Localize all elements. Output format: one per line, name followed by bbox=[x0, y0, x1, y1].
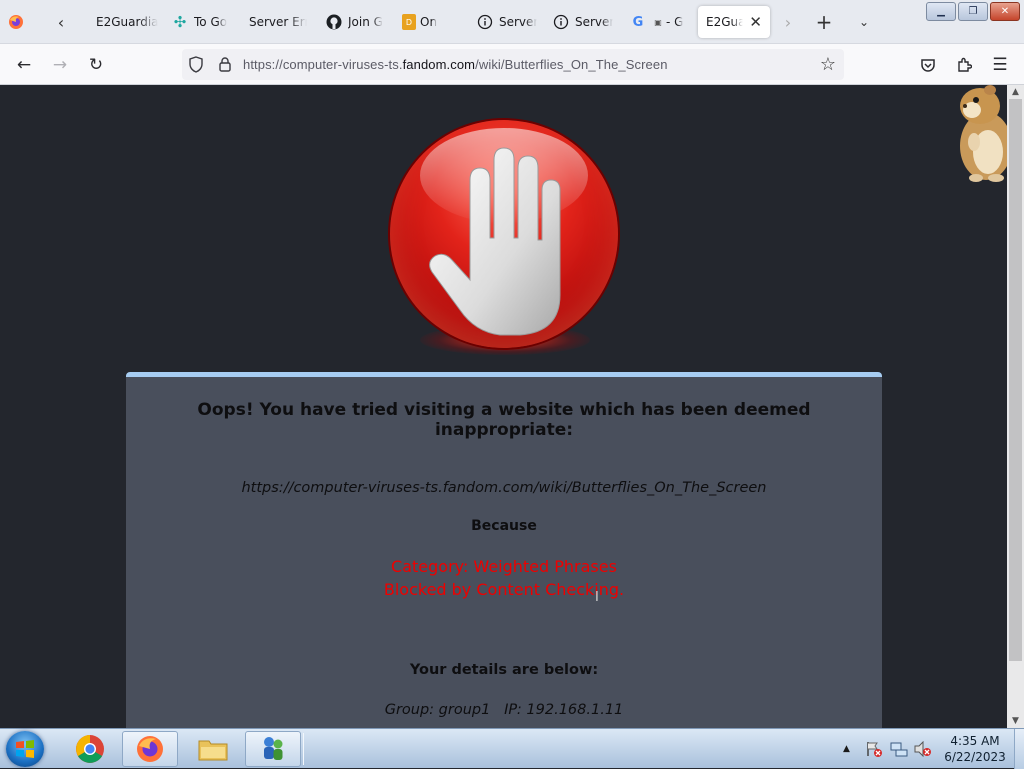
page-content: Oops! You have tried visiting a website … bbox=[0, 85, 1007, 728]
block-category: Category: Weighted Phrases bbox=[391, 557, 617, 576]
navigation-toolbar: ← → ↻ https://computer-viruses-ts.fandom… bbox=[0, 44, 1024, 85]
tab-label: Server bbox=[575, 15, 613, 29]
flag-warning-icon bbox=[867, 742, 882, 757]
github-icon bbox=[326, 14, 342, 30]
url-path: /wiki/Butterflies_On_The_Screen bbox=[475, 57, 668, 72]
vertical-scrollbar[interactable]: ▲ ▼ bbox=[1007, 85, 1024, 728]
block-heading: Oops! You have tried visiting a website … bbox=[197, 400, 811, 440]
tab-server-error[interactable]: Server Erro bbox=[249, 6, 307, 38]
tab-server-1[interactable]: Server bbox=[477, 6, 537, 38]
folder-icon bbox=[198, 740, 228, 761]
clock-time: 4:35 AM bbox=[950, 734, 1000, 748]
url-prefix: https://computer-viruses-ts. bbox=[243, 57, 403, 72]
blocked-url: https://computer-viruses-ts.fandom.com/w… bbox=[241, 480, 767, 496]
tab-label: E2Guardia bbox=[96, 15, 158, 29]
tracking-protection-shield-icon[interactable] bbox=[188, 56, 204, 77]
info-icon bbox=[477, 14, 493, 30]
tab-label: On bbox=[420, 15, 438, 29]
because-label: Because bbox=[471, 518, 537, 534]
bookmark-star-icon[interactable]: ☆ bbox=[820, 54, 836, 75]
info-icon bbox=[553, 14, 569, 30]
users-network-icon bbox=[264, 737, 283, 760]
extensions-button[interactable] bbox=[949, 50, 979, 80]
details-label: Your details are below: bbox=[409, 662, 599, 678]
maximize-button[interactable]: ❐ bbox=[958, 2, 988, 21]
back-button[interactable]: ← bbox=[9, 50, 39, 80]
puzzle-icon: ✣ bbox=[173, 13, 187, 31]
chrome-icon bbox=[76, 735, 104, 763]
window-close-button[interactable]: ✕ bbox=[990, 2, 1020, 21]
tab-label: Join G bbox=[348, 15, 383, 29]
forward-button[interactable]: → bbox=[45, 50, 75, 80]
scrollbar-thumb[interactable] bbox=[1009, 99, 1022, 661]
tab-firefox-view[interactable] bbox=[8, 6, 32, 38]
show-hidden-icons-button[interactable]: ▲ bbox=[843, 729, 850, 769]
taskbar-divider bbox=[300, 733, 304, 765]
dni-icon: ▣ bbox=[654, 17, 662, 27]
tab-label: - G bbox=[666, 15, 684, 29]
speaker-muted-icon bbox=[914, 741, 931, 757]
reload-icon: ↻ bbox=[88, 55, 104, 75]
padlock-icon[interactable] bbox=[218, 56, 232, 76]
scroll-down-arrow-icon[interactable]: ▼ bbox=[1007, 714, 1024, 728]
address-bar[interactable]: https://computer-viruses-ts.fandom.com/w… bbox=[182, 49, 844, 80]
tab-strip: ‹ E2Guardia ✣ To Go Server Erro Join G D… bbox=[0, 0, 1024, 44]
network-tray-icon[interactable] bbox=[890, 729, 908, 769]
taskbar-chrome-button[interactable] bbox=[62, 731, 118, 767]
scroll-up-arrow-icon[interactable]: ▲ bbox=[1007, 85, 1024, 99]
arrow-right-icon: → bbox=[52, 55, 68, 75]
taskbar-clock[interactable]: 4:35 AM 6/22/2023 bbox=[935, 733, 1015, 765]
taskbar-file-explorer-button[interactable] bbox=[185, 731, 241, 767]
arrow-left-icon: ← bbox=[16, 55, 32, 75]
taskbar-firefox-button[interactable] bbox=[122, 731, 178, 767]
tab-label: Server Erro bbox=[249, 15, 307, 29]
tab-github-join[interactable]: Join G bbox=[326, 6, 384, 38]
pocket-button[interactable] bbox=[913, 50, 943, 80]
tab-to-go[interactable]: ✣ To Go bbox=[172, 6, 234, 38]
show-desktop-button[interactable] bbox=[1014, 729, 1024, 769]
list-all-tabs-button[interactable]: ⌄ bbox=[850, 8, 878, 36]
url-domain: fandom.com bbox=[402, 57, 476, 72]
menu-button[interactable]: ☰ bbox=[985, 50, 1015, 80]
tab-google[interactable]: G ▣ - G bbox=[630, 6, 686, 38]
group-ip-line: Group: group1 IP: 192.168.1.11 bbox=[384, 702, 624, 718]
taskbar-network-app-button[interactable] bbox=[245, 731, 301, 767]
network-icon bbox=[890, 742, 908, 757]
tab-scroll-right-button[interactable]: › bbox=[774, 8, 802, 36]
start-button[interactable] bbox=[6, 731, 44, 767]
text-cursor-icon: I bbox=[595, 590, 599, 605]
volume-tray-icon[interactable] bbox=[914, 729, 932, 769]
windows-logo-icon bbox=[16, 740, 34, 758]
firefox-icon bbox=[137, 736, 163, 762]
puzzle-piece-icon bbox=[958, 57, 972, 72]
tab-scroll-left-button[interactable]: ‹ bbox=[47, 8, 75, 36]
google-icon: G bbox=[632, 14, 644, 30]
windows-taskbar: ▲ 4:35 AM 6/22/2023 bbox=[0, 728, 1024, 769]
close-tab-icon[interactable]: ✕ bbox=[749, 13, 762, 31]
block-reason: Blocked by Content Checking. bbox=[383, 580, 625, 599]
reload-button[interactable]: ↻ bbox=[81, 50, 111, 80]
tab-label: Server bbox=[499, 15, 537, 29]
clock-date: 6/22/2023 bbox=[944, 750, 1006, 764]
tab-server-2[interactable]: Server bbox=[553, 6, 613, 38]
stop-hand-icon bbox=[390, 120, 618, 348]
new-tab-button[interactable]: + bbox=[810, 8, 838, 36]
hamburger-menu-icon: ☰ bbox=[992, 55, 1008, 75]
minimize-button[interactable]: ▁ bbox=[926, 2, 956, 21]
tab-label: To Go bbox=[194, 15, 228, 29]
tab-label: E2Guar bbox=[706, 15, 744, 29]
action-center-tray-icon[interactable] bbox=[865, 729, 883, 769]
firefox-icon bbox=[8, 14, 24, 30]
tab-e2guardian-active[interactable]: E2Guar ✕ bbox=[698, 6, 770, 38]
chevron-up-icon: ▲ bbox=[843, 744, 850, 754]
dni-icon: D bbox=[402, 14, 416, 30]
tab-e2guardian-1[interactable]: E2Guardia bbox=[96, 6, 158, 38]
url-text[interactable]: https://computer-viruses-ts.fandom.com/w… bbox=[243, 57, 668, 72]
tab-dni-on[interactable]: D On bbox=[402, 6, 462, 38]
block-message-panel: Oops! You have tried visiting a website … bbox=[126, 372, 882, 728]
pocket-icon bbox=[921, 58, 935, 72]
